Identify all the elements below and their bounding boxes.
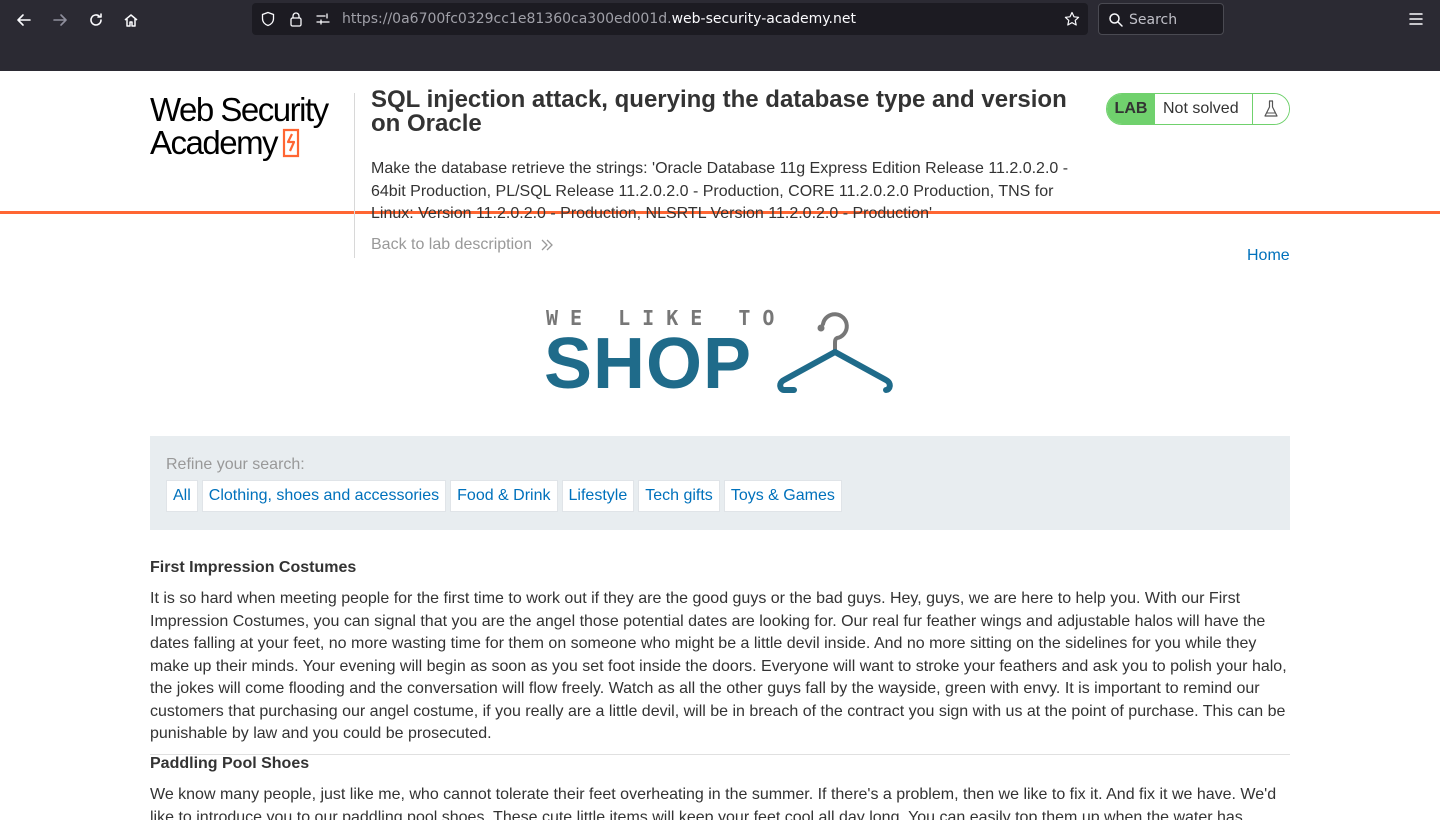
filter-all[interactable]: All — [166, 480, 198, 512]
back-link-label: Back to lab description — [371, 236, 532, 253]
refine-search-label: Refine your search: — [166, 456, 305, 473]
site-permissions-icon[interactable] — [315, 11, 331, 27]
lab-status-badge: LAB Not solved — [1106, 93, 1290, 125]
reload-icon[interactable] — [84, 8, 108, 32]
category-filter-list: All Clothing, shoes and accessories Food… — [166, 480, 842, 512]
logo-line-2-row: Academy — [150, 126, 350, 160]
browser-search-box[interactable]: Search — [1098, 3, 1224, 35]
clothes-hanger-icon — [777, 312, 893, 393]
lock-icon[interactable] — [288, 11, 304, 27]
product-item: First Impression Costumes It is so hard … — [150, 558, 1290, 755]
logo-line-2: Academy — [150, 124, 279, 161]
address-bar[interactable]: https://0a6700fc0329cc1e81360ca300ed001d… — [252, 3, 1088, 35]
filter-food-drink[interactable]: Food & Drink — [450, 480, 558, 512]
filter-lifestyle[interactable]: Lifestyle — [561, 480, 635, 512]
logo-bolt-icon — [282, 128, 300, 158]
filter-toys-games[interactable]: Toys & Games — [723, 480, 842, 512]
flask-icon — [1253, 94, 1289, 124]
lab-description: Make the database retrieve the strings: … — [371, 160, 1069, 222]
product-description: We know many people, just like me, who c… — [150, 786, 1277, 820]
browser-toolbar: https://0a6700fc0329cc1e81360ca300ed001d… — [0, 0, 1440, 71]
home-link[interactable]: Home — [1247, 247, 1290, 265]
double-chevron-right-icon — [541, 239, 553, 251]
filter-tech-gifts[interactable]: Tech gifts — [638, 480, 720, 512]
home-icon[interactable] — [119, 8, 143, 32]
product-item: Paddling Pool Shoes We know many people,… — [150, 754, 1290, 820]
product-name: First Impression Costumes — [150, 559, 357, 576]
web-security-academy-logo[interactable]: Web Security Academy — [150, 93, 350, 165]
shop-logo-word: SHOP — [544, 324, 753, 404]
bookmark-star-icon[interactable] — [1064, 11, 1080, 27]
product-description: It is so hard when meeting people for th… — [150, 590, 1287, 742]
forward-arrow-icon[interactable] — [48, 8, 72, 32]
lab-status-text: Not solved — [1155, 94, 1253, 124]
hamburger-menu-icon[interactable] — [1406, 8, 1426, 30]
back-arrow-icon[interactable] — [12, 8, 36, 32]
product-name: Paddling Pool Shoes — [150, 755, 310, 772]
url-text: https://0a6700fc0329cc1e81360ca300ed001d… — [342, 11, 856, 27]
lab-tag: LAB — [1107, 94, 1155, 124]
header-divider — [354, 93, 355, 258]
filter-clothing[interactable]: Clothing, shoes and accessories — [201, 480, 447, 512]
search-icon — [1108, 12, 1124, 28]
shield-icon[interactable] — [260, 11, 276, 27]
back-to-lab-description-link[interactable]: Back to lab description — [371, 236, 554, 254]
logo-line-1: Web Security — [150, 91, 329, 128]
lab-title: SQL injection attack, querying the datab… — [371, 86, 1067, 137]
we-like-to-shop-logo: WE LIKE TO SHOP — [544, 306, 896, 404]
search-placeholder: Search — [1129, 12, 1178, 28]
